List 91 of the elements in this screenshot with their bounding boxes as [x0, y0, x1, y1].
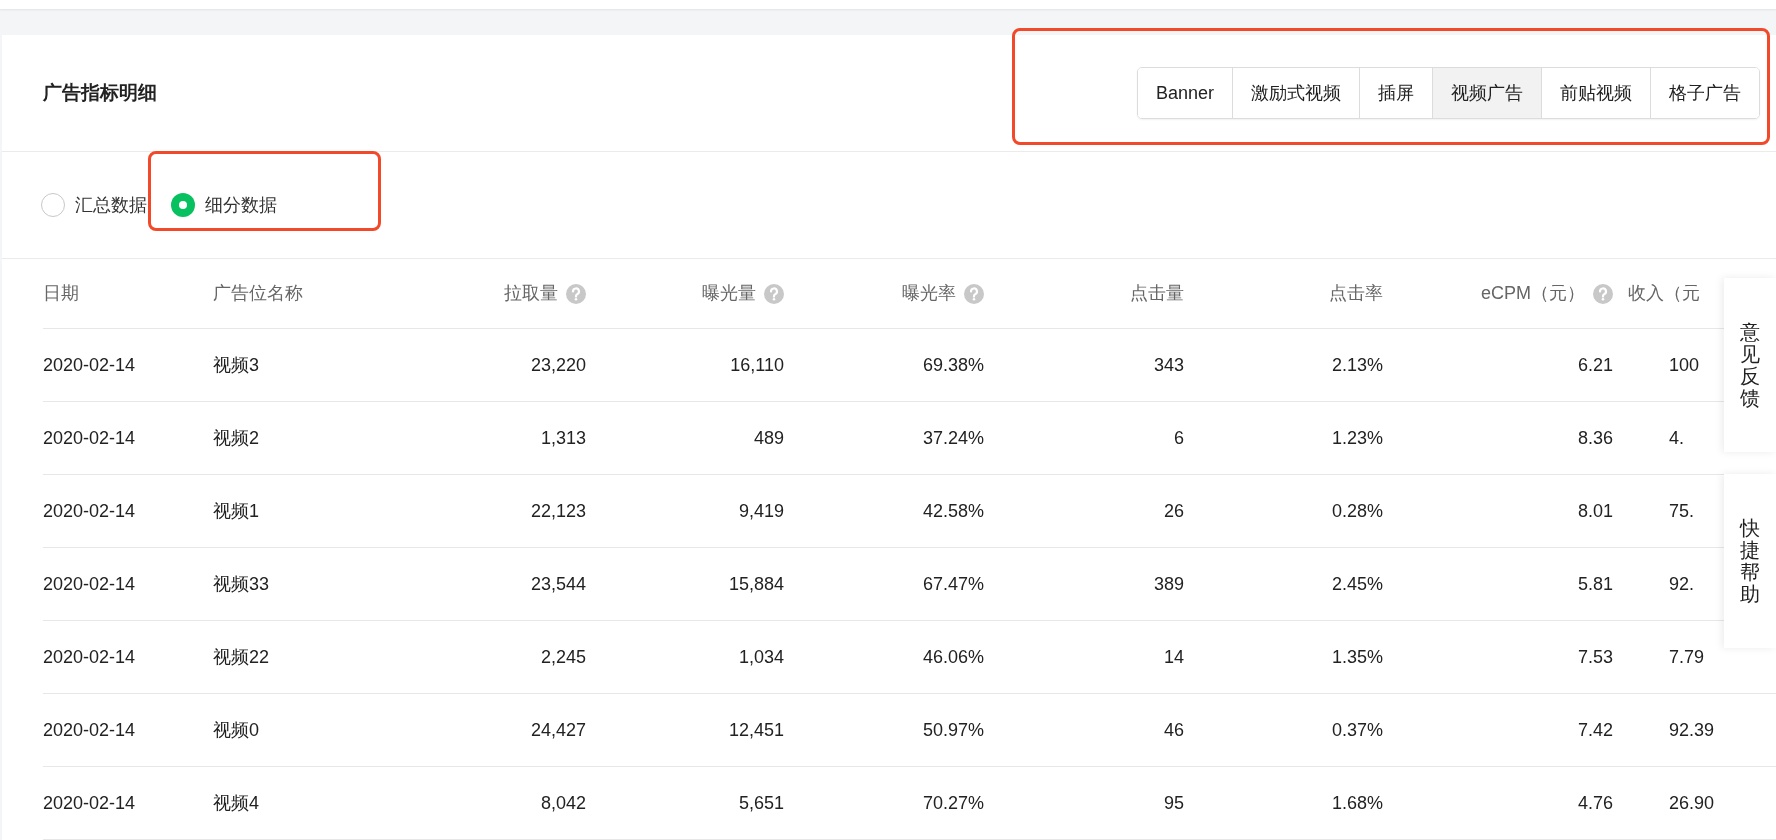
table-cell-text: 389 [1153, 572, 1184, 596]
table-cell-text: 2020-02-14 [43, 645, 136, 669]
table-cell-text: 2020-02-14 [43, 426, 136, 450]
table-cell-text: 75. [1669, 499, 1695, 523]
table-cell-text: 15,884 [728, 572, 784, 596]
table-cell-text: 7.42 [1577, 718, 1613, 742]
table-cell-text: 1,034 [738, 645, 784, 669]
table-cell-text: 92.39 [1669, 718, 1715, 742]
table-cell-text: 16,110 [730, 353, 784, 377]
table-cell-text: 46.06% [922, 645, 984, 669]
table-cell-text: 92. [1669, 572, 1695, 596]
help-icon[interactable] [764, 283, 784, 304]
help-icon[interactable] [566, 283, 586, 304]
table-cell-text: 视频1 [213, 499, 259, 523]
table-cell-text: 2020-02-14 [43, 718, 136, 742]
table-cell-text: 12,451 [728, 718, 784, 742]
table-cell-text: 2.45% [1331, 572, 1383, 596]
radio-unchecked[interactable] [41, 193, 65, 217]
table-cell-text: 8.36 [1577, 426, 1613, 450]
table-cell-text: 26.90 [1669, 791, 1715, 815]
ad-type-tab[interactable]: 视频广告 [1432, 68, 1541, 118]
table-cell-text: 8.01 [1577, 499, 1613, 523]
column-header: 收入（元 [1628, 282, 1700, 305]
table-cell-text: 视频0 [213, 718, 259, 742]
table-cell-text: 69.38% [922, 353, 984, 377]
table-cell-text: 2020-02-14 [43, 572, 136, 596]
column-header: 曝光量 [702, 282, 756, 305]
column-header: 点击率 [1329, 282, 1383, 305]
table-cell-text: 0.28% [1331, 499, 1383, 523]
table-cell-text: 70.27% [922, 791, 984, 815]
radio-checked[interactable] [171, 193, 195, 217]
table-cell-text: 视频33 [213, 572, 270, 596]
table-cell-text: 1.23% [1331, 426, 1383, 450]
table-cell-text: 视频4 [213, 791, 259, 815]
table-cell-text: 2.13% [1331, 353, 1383, 377]
table-cell-text: 14 [1163, 645, 1184, 669]
table-cell-text: 95 [1163, 791, 1184, 815]
table-cell-text: 2020-02-14 [43, 791, 136, 815]
table-cell-text: 1.68% [1331, 791, 1383, 815]
table-cell-text: 42.58% [922, 499, 984, 523]
table-cell-text: 5,651 [738, 791, 784, 815]
table-cell-text: 50.97% [922, 718, 984, 742]
table-cell-text: 4.76 [1577, 791, 1613, 815]
table-cell-text: 6.21 [1577, 353, 1613, 377]
table-cell-text: 7.53 [1577, 645, 1613, 669]
panel-title: 广告指标明细 [43, 80, 157, 105]
table-cell-text: 7.79 [1669, 645, 1705, 669]
table-cell-text: 26 [1163, 499, 1184, 523]
table-cell-text: 489 [753, 426, 784, 450]
table-cell-text: 23,220 [530, 353, 586, 377]
table-cell-text: 46 [1163, 718, 1184, 742]
help-icon[interactable] [964, 283, 984, 304]
table-cell-text: 2,245 [540, 645, 586, 669]
table-cell-text: 23,544 [530, 572, 586, 596]
radio-label: 细分数据 [205, 193, 277, 217]
ad-type-tab[interactable]: Banner [1137, 68, 1232, 118]
table-cell-text: 视频3 [213, 353, 259, 377]
column-header: 广告位名称 [213, 282, 303, 305]
table-cell-text: 2020-02-14 [43, 499, 136, 523]
table-cell-text: 1.35% [1331, 645, 1383, 669]
table-cell-text: 9,419 [738, 499, 784, 523]
table-cell-text: 2020-02-14 [43, 353, 136, 377]
table-cell-text: 67.47% [922, 572, 984, 596]
data-mode-radio[interactable]: 细分数据 [171, 191, 277, 219]
float-side-button[interactable]: 快捷帮助 [1724, 474, 1776, 648]
ad-type-tab[interactable]: 格子广告 [1650, 68, 1759, 118]
column-header: eCPM（元） [1481, 282, 1585, 305]
table-cell-text: 1,313 [540, 426, 586, 450]
table-cell-text: 6 [1174, 426, 1184, 450]
table-cell-text: 8,042 [540, 791, 586, 815]
column-header: 曝光率 [902, 282, 956, 305]
help-icon[interactable] [1593, 283, 1613, 304]
table-cell-text: 100 [1669, 353, 1700, 377]
ad-type-tab[interactable]: 前贴视频 [1541, 68, 1650, 118]
table-cell-text: 视频22 [213, 645, 270, 669]
column-header: 点击量 [1130, 282, 1184, 305]
table-cell-text: 22,123 [530, 499, 586, 523]
data-mode-radio[interactable]: 汇总数据 [41, 191, 147, 219]
table-cell-text: 343 [1153, 353, 1184, 377]
float-side-button[interactable]: 意见反馈 [1724, 278, 1776, 452]
table-cell-text: 0.37% [1331, 718, 1383, 742]
ad-type-tab[interactable]: 插屏 [1359, 68, 1432, 118]
column-header: 日期 [43, 282, 79, 305]
ad-type-tab[interactable]: 激励式视频 [1232, 68, 1359, 118]
table-cell-text: 5.81 [1577, 572, 1613, 596]
column-header: 拉取量 [504, 282, 558, 305]
table-cell-text: 24,427 [530, 718, 586, 742]
table-cell-text: 37.24% [922, 426, 984, 450]
radio-label: 汇总数据 [75, 193, 147, 217]
table-cell-text: 4. [1669, 426, 1684, 450]
table-cell-text: 视频2 [213, 426, 259, 450]
